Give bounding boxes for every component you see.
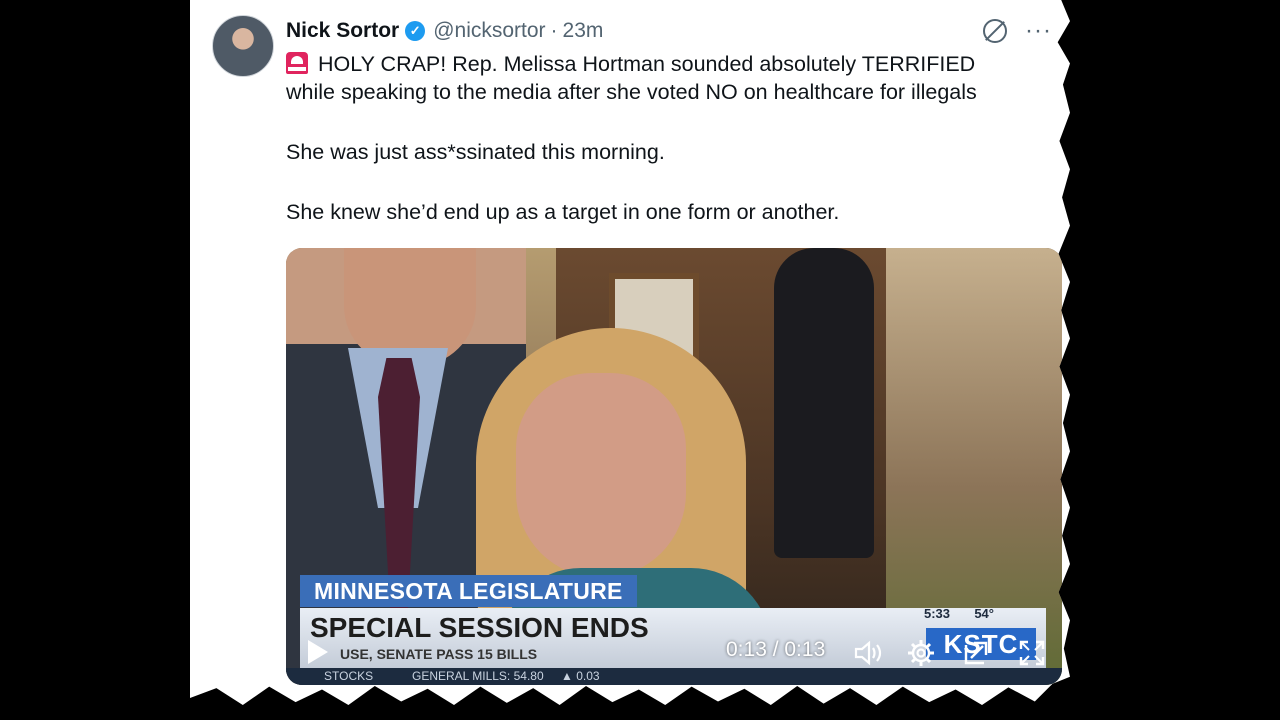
lower-third-title: MINNESOTA LEGISLATURE <box>300 575 637 607</box>
fullscreen-icon[interactable] <box>1018 639 1046 667</box>
separator: · <box>550 19 558 42</box>
video-player[interactable]: MINNESOTA LEGISLATURE SPECIAL SESSION EN… <box>286 248 1062 685</box>
grok-icon[interactable] <box>983 19 1008 43</box>
background-figure <box>774 248 874 558</box>
avatar[interactable] <box>212 15 274 77</box>
tweet-card: Nick Sortor ✓ @nicksortor · 23m ··· HOLY… <box>190 0 1070 705</box>
tweet-line-3: She was just ass*ssinated this morning. <box>286 140 665 164</box>
pip-icon[interactable] <box>962 639 990 667</box>
timestamp[interactable]: 23m <box>563 19 604 43</box>
tweet-line-4: She knew she’d end up as a target in one… <box>286 200 840 224</box>
video-timecode: 0:13 / 0:13 <box>726 638 826 661</box>
play-icon[interactable] <box>308 640 328 664</box>
siren-icon <box>286 52 308 74</box>
author-handle[interactable]: @nicksortor <box>433 19 545 43</box>
author-name[interactable]: Nick Sortor <box>286 19 399 43</box>
tweet-text: HOLY CRAP! Rep. Melissa Hortman sounded … <box>286 50 1056 226</box>
woman-face <box>516 373 686 578</box>
tweet-header: Nick Sortor ✓ @nicksortor · 23m ··· <box>286 16 1052 46</box>
more-icon[interactable]: ··· <box>1025 19 1052 43</box>
video-controls: 0:13 / 0:13 <box>286 628 1062 678</box>
gear-icon[interactable] <box>906 638 936 668</box>
tweet-line-1: HOLY CRAP! Rep. Melissa Hortman sounded … <box>286 50 1056 78</box>
broadcast-temp: 54° <box>974 606 994 621</box>
tweet-line-1-text: HOLY CRAP! Rep. Melissa Hortman sounded … <box>318 52 976 76</box>
volume-icon[interactable] <box>854 640 882 666</box>
header-actions: ··· <box>983 19 1052 43</box>
tweet-line-2: while speaking to the media after she vo… <box>286 80 977 104</box>
verified-badge-icon: ✓ <box>405 21 426 41</box>
broadcast-clock: 5:33 <box>923 606 950 621</box>
